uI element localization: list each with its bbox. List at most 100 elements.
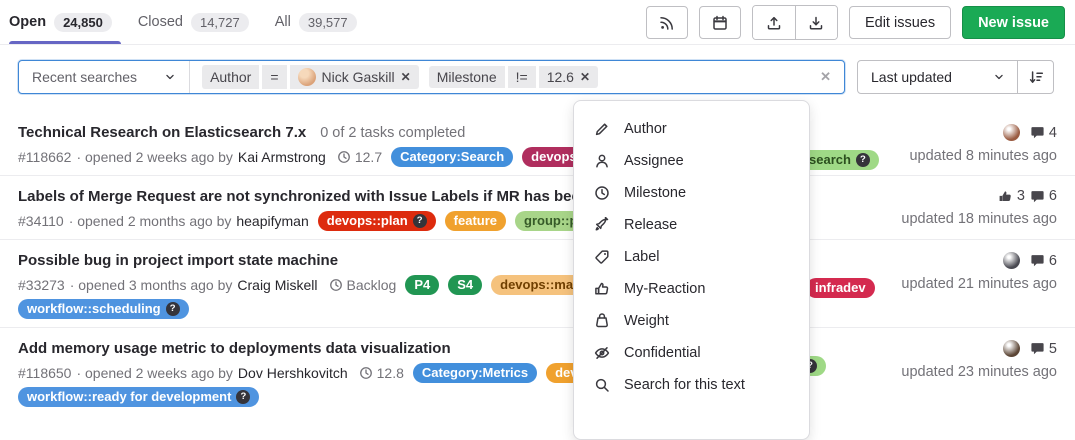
clock-icon (329, 278, 343, 292)
issue-ref: #118662 (18, 149, 71, 165)
recent-searches-dropdown[interactable]: Recent searches (19, 61, 190, 93)
issue-ref: #34110 (18, 213, 64, 229)
rss-button[interactable] (646, 6, 688, 39)
label-pill[interactable]: Category:Metrics (413, 363, 537, 383)
menu-item-label: My-Reaction (624, 281, 705, 297)
recent-searches-label: Recent searches (32, 69, 137, 85)
label-pill[interactable]: infradev (806, 278, 875, 298)
assignee-avatar[interactable] (1003, 124, 1020, 141)
labels-row-2: workflow::ready for development? (18, 387, 1057, 407)
comments[interactable]: 4 (1030, 125, 1057, 141)
author-link[interactable]: Craig Miskell (237, 277, 317, 293)
rss-icon (659, 15, 675, 31)
avatar (298, 68, 316, 86)
remove-token-icon[interactable]: ✕ (580, 70, 590, 84)
chevron-down-icon (992, 70, 1006, 84)
label-pill[interactable]: devops::plan? (318, 211, 436, 231)
clear-search-icon[interactable]: ✕ (820, 69, 844, 85)
menu-item-confidential[interactable]: Confidential (574, 337, 809, 369)
comment-solid-icon (1030, 125, 1045, 140)
issue-row: Add memory usage metric to deployments d… (0, 328, 1075, 415)
state-tab-closed[interactable]: Closed 14,727 (125, 0, 262, 44)
author-link[interactable]: heapifyman (236, 213, 308, 229)
issue-row: Technical Research on Elasticsearch 7.x … (0, 112, 1075, 176)
menu-item-label: Weight (624, 313, 669, 329)
label-text: workflow::ready for development (27, 387, 231, 407)
sort-direction-button[interactable] (1017, 61, 1053, 93)
comments[interactable]: 6 (1030, 188, 1057, 204)
clock-icon (337, 150, 351, 164)
token-value-text: Nick Gaskill (322, 69, 395, 85)
label-pill[interactable]: search? (800, 150, 879, 170)
menu-item-search-for-this-text[interactable]: Search for this text (574, 369, 809, 401)
state-tab-open[interactable]: Open 24,850 (9, 0, 125, 44)
remove-token-icon[interactable]: ✕ (401, 70, 411, 84)
issue-title-link[interactable]: Add memory usage metric to deployments d… (18, 340, 451, 357)
menu-item-weight[interactable]: Weight (574, 305, 809, 337)
issue-row: Possible bug in project import state mac… (0, 240, 1075, 328)
comments[interactable]: 6 (1030, 253, 1057, 269)
comments[interactable]: 5 (1030, 341, 1057, 357)
issue-row: Labels of Merge Request are not synchron… (0, 176, 1075, 240)
menu-item-assignee[interactable]: Assignee (574, 145, 809, 177)
menu-item-my-reaction[interactable]: My-Reaction (574, 273, 809, 305)
milestone[interactable]: Backlog (329, 277, 397, 293)
milestone[interactable]: 12.7 (337, 149, 382, 165)
token-field: Author (202, 65, 259, 89)
assignee-avatar[interactable] (1003, 340, 1020, 357)
menu-item-label: Milestone (624, 185, 686, 201)
menu-item-label: Search for this text (624, 377, 745, 393)
filtered-search-bar[interactable]: Recent searches Author = Nick Gaskill ✕ … (18, 60, 845, 94)
filter-token[interactable]: Milestone != 12.6 ✕ (429, 66, 598, 88)
filter-suggestions-menu: Author Assignee Milestone Release Label … (573, 100, 810, 440)
menu-item-label: Label (624, 249, 659, 265)
clock-icon (359, 366, 373, 380)
user-icon (594, 153, 610, 169)
label-pill[interactable]: Category:Search (391, 147, 513, 167)
milestone-title: 12.8 (377, 365, 404, 381)
calendar-button[interactable] (699, 6, 741, 39)
import-export-group (752, 5, 838, 40)
edit-issues-button[interactable]: Edit issues (849, 6, 951, 39)
import-issues-button[interactable] (795, 6, 837, 39)
state-tab-all[interactable]: All 39,577 (262, 0, 370, 44)
assignee-avatar[interactable] (1003, 252, 1020, 269)
sort-label: Last updated (871, 69, 952, 85)
label-text: S4 (457, 275, 473, 295)
filter-token[interactable]: Author = Nick Gaskill ✕ (202, 65, 419, 89)
issue-title-link[interactable]: Technical Research on Elasticsearch 7.x (18, 124, 306, 141)
menu-item-release[interactable]: Release (574, 209, 809, 241)
export-issues-button[interactable] (753, 6, 795, 39)
menu-item-author[interactable]: Author (574, 113, 809, 145)
token-value: 12.6 ✕ (539, 66, 598, 88)
milestone-title: Backlog (347, 277, 397, 293)
issue-title-link[interactable]: Possible bug in project import state mac… (18, 252, 338, 269)
label-text: infradev (815, 278, 866, 298)
calendar-icon (712, 15, 728, 31)
comment-count: 5 (1049, 341, 1057, 357)
milestone[interactable]: 12.8 (359, 365, 404, 381)
clock-icon (594, 185, 610, 201)
token-operator: = (262, 65, 286, 89)
menu-item-label: Assignee (624, 153, 684, 169)
label-pill[interactable]: P4 (405, 275, 439, 295)
issue-right-meta: 3 6 updated 18 minutes ago (901, 188, 1057, 227)
issue-ref: #33273 (18, 277, 65, 293)
label-pill[interactable]: S4 (448, 275, 482, 295)
upvotes[interactable]: 3 (998, 188, 1025, 204)
menu-item-milestone[interactable]: Milestone (574, 177, 809, 209)
author-link[interactable]: Kai Armstrong (238, 149, 326, 165)
label-pill[interactable]: feature (445, 211, 506, 231)
weight-icon (594, 313, 610, 329)
sort-dropdown[interactable]: Last updated (858, 61, 1017, 93)
opened-text: · opened 2 weeks ago by (76, 365, 232, 381)
menu-item-label[interactable]: Label (574, 241, 809, 273)
token-value: Nick Gaskill ✕ (290, 65, 419, 89)
new-issue-button[interactable]: New issue (962, 6, 1065, 39)
issue-right-meta: 4 updated 8 minutes ago (909, 124, 1057, 164)
issue-title-link[interactable]: Labels of Merge Request are not synchron… (18, 188, 607, 205)
label-pill[interactable]: workflow::ready for development? (18, 387, 259, 407)
label-pill[interactable]: workflow::scheduling? (18, 299, 189, 319)
opened-text: · opened 2 weeks ago by (76, 149, 232, 165)
author-link[interactable]: Dov Hershkovitch (238, 365, 348, 381)
